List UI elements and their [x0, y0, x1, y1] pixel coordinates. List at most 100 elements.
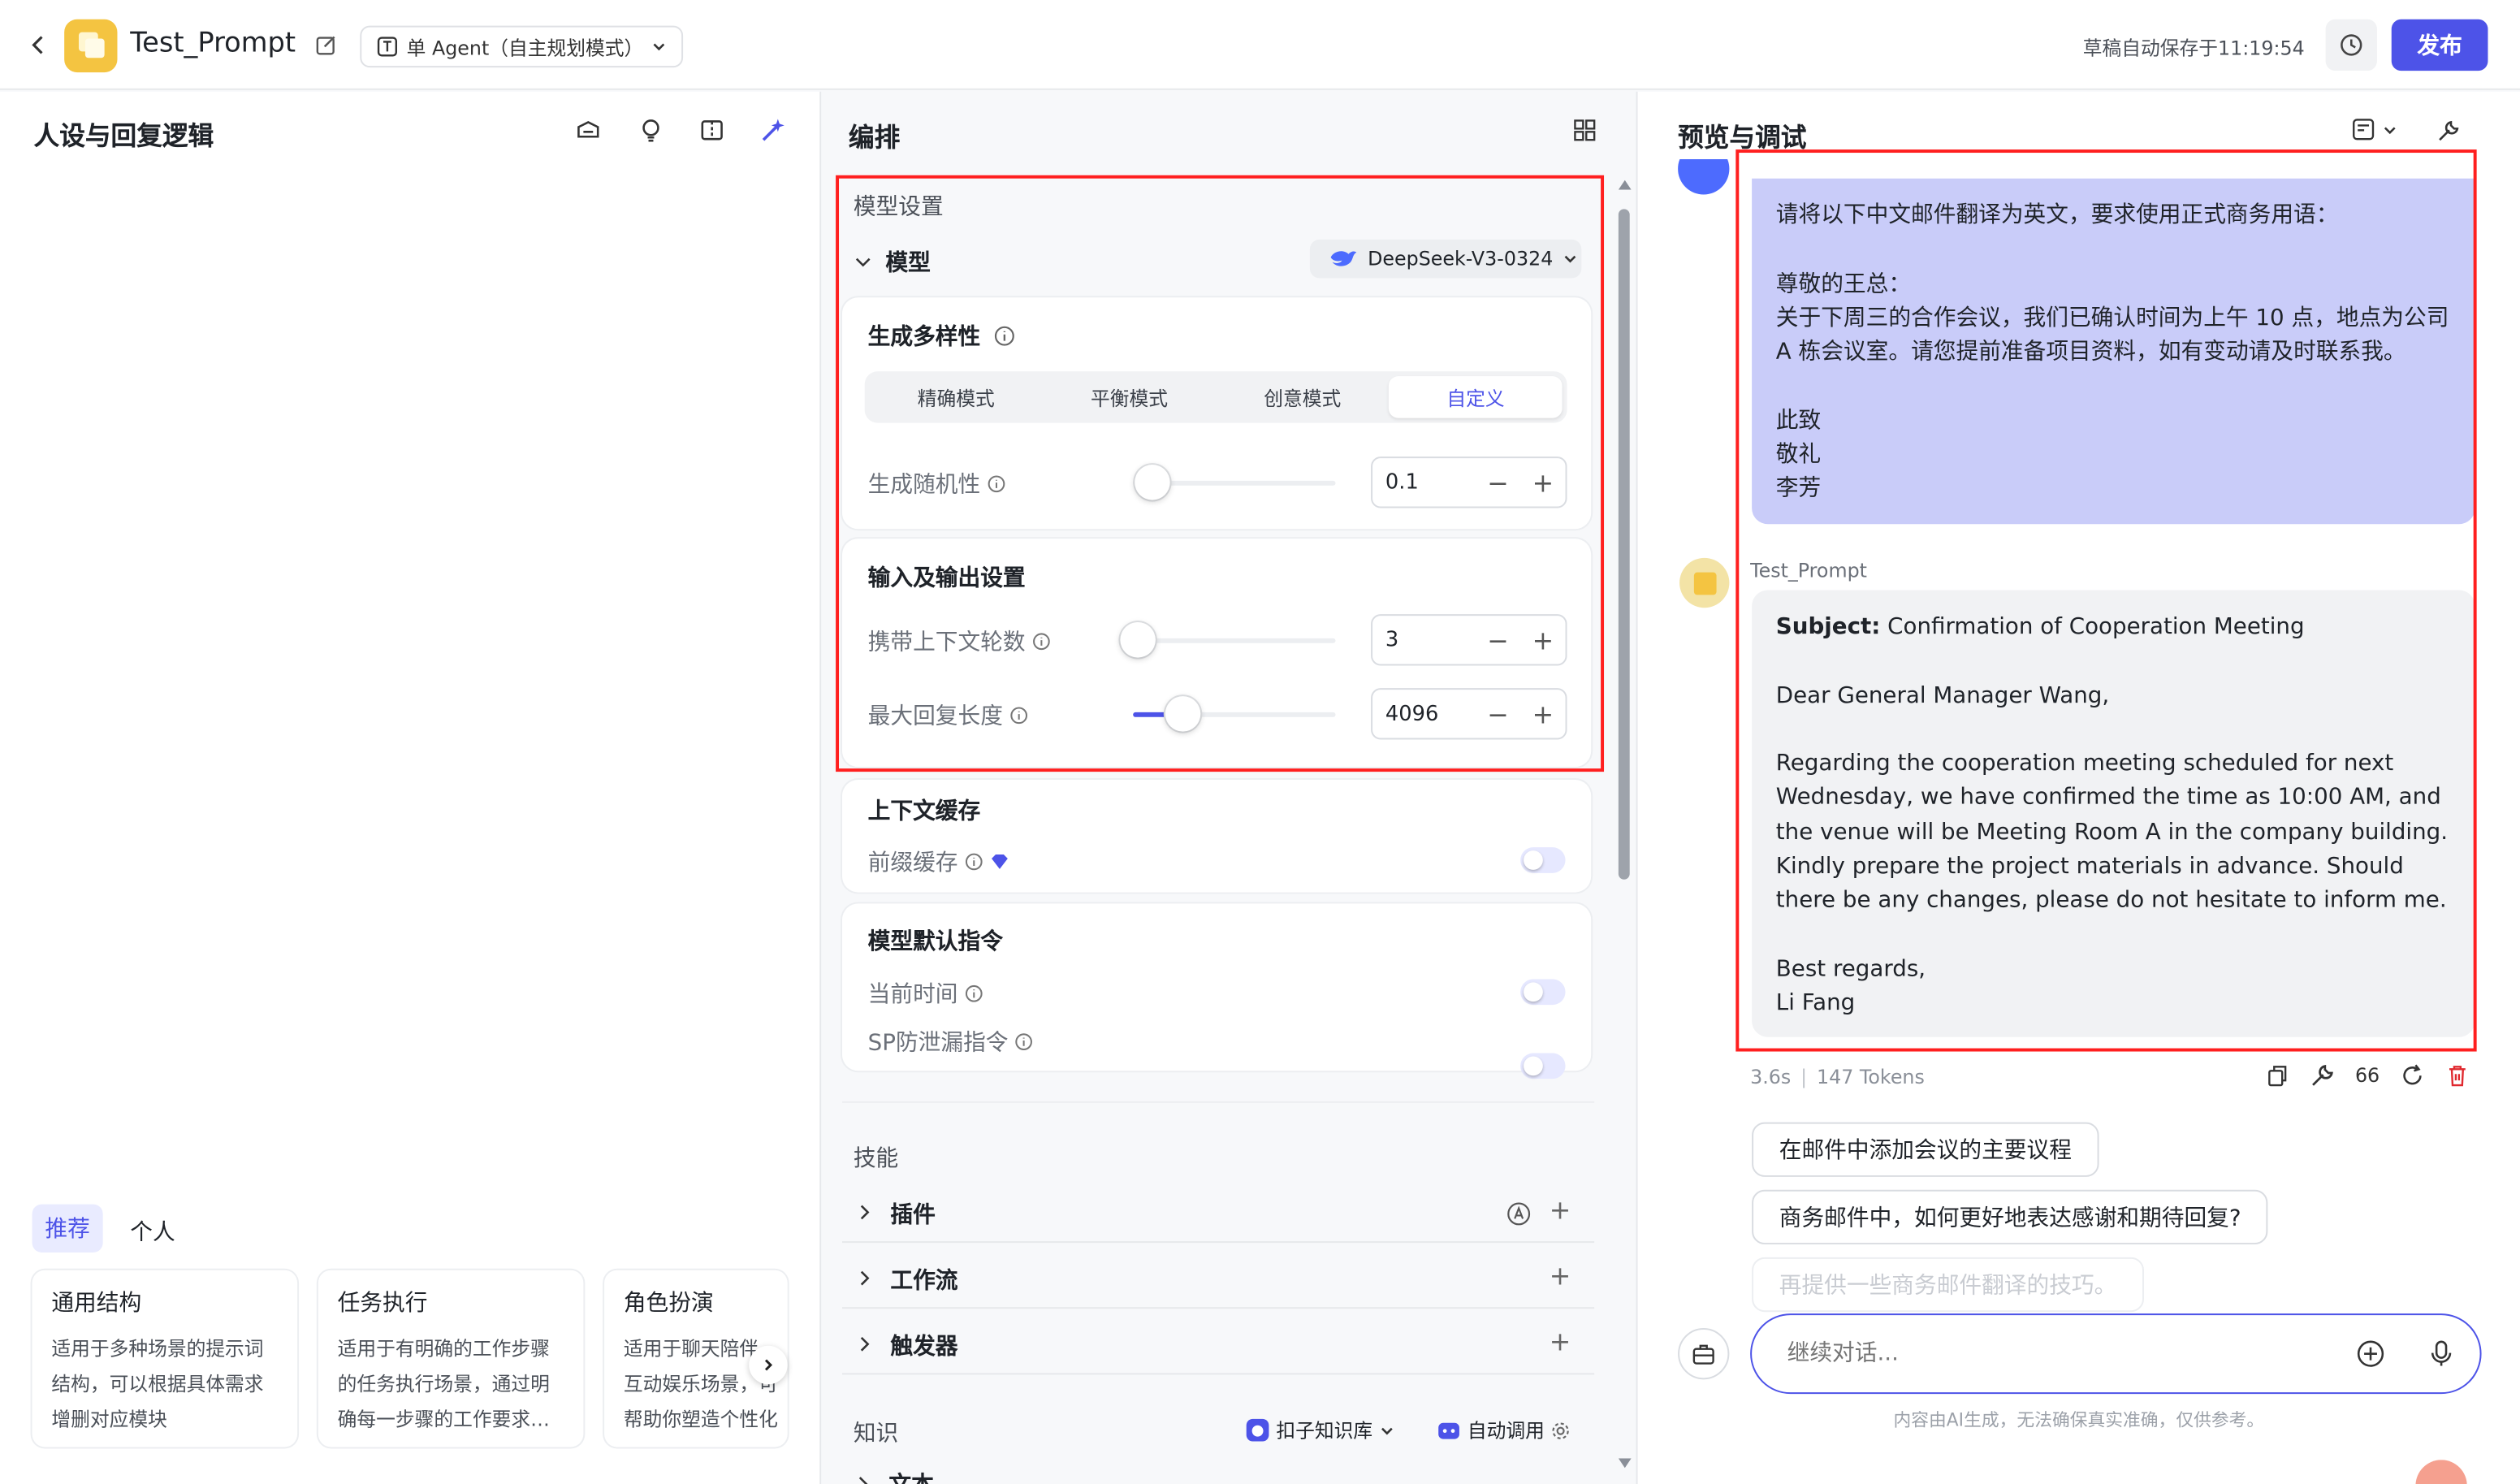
app-name: Test_Prompt [130, 27, 296, 60]
auto-call-label: 自动调用 [1467, 1419, 1545, 1443]
current-time-toggle[interactable] [1520, 979, 1566, 1006]
reply-actions: 66 [2264, 1062, 2470, 1088]
regenerate-icon[interactable] [2400, 1062, 2426, 1088]
sp-leak-toggle[interactable] [1520, 1053, 1566, 1079]
scroll-up-icon [1618, 180, 1632, 190]
premium-diamond-icon [992, 854, 1008, 869]
highlight-box [836, 175, 1605, 772]
history-icon [2341, 34, 2362, 56]
delete-icon[interactable] [2444, 1062, 2470, 1088]
chevron-down-icon [1381, 1426, 1393, 1434]
copy-icon[interactable] [2264, 1062, 2290, 1088]
highlight-box [1735, 149, 2477, 1052]
workflow-label: 工作流 [890, 1268, 958, 1295]
auto-call-select[interactable]: 自动调用 [1437, 1417, 1570, 1444]
current-time-label: 当前时间 [867, 982, 958, 1009]
auto-icon[interactable] [1506, 1201, 1532, 1227]
scrollbar-thumb[interactable] [1618, 209, 1630, 880]
toolbox-button[interactable] [1678, 1327, 1730, 1380]
add-workflow-icon[interactable]: + [1550, 1261, 1571, 1291]
coze-logo-icon [1246, 1418, 1269, 1442]
context-cache-label: 上下文缓存 [867, 798, 981, 825]
token-count: 147 Tokens [1817, 1066, 1925, 1089]
template-desc: 适用于聊天陪伴、互动娱乐场景，可帮助你塑造个性化的人物… [623, 1337, 778, 1431]
prefix-cache-label: 前缀缓存 [867, 850, 958, 876]
prefix-cache-toggle[interactable] [1520, 847, 1566, 873]
chevron-right-icon [858, 1477, 868, 1484]
workflow-row[interactable]: 工作流 + [841, 1251, 1595, 1309]
text-knowledge-label: 文本 [888, 1468, 933, 1484]
plugins-row[interactable]: 插件 + [841, 1185, 1595, 1244]
chevron-right-icon [860, 1270, 870, 1286]
persona-title: 人设与回复逻辑 [33, 120, 214, 152]
latency: 3.6s [1750, 1066, 1792, 1089]
knowledge-label: 知识 [853, 1421, 899, 1447]
middle-scrollbar[interactable] [1617, 177, 1633, 1484]
suggestion-chip[interactable]: 再提供一些商务邮件翻译的技巧。 [1752, 1257, 2144, 1313]
edit-icon[interactable] [310, 29, 343, 62]
chat-input[interactable] [1787, 1335, 2318, 1372]
skills-label: 技能 [853, 1146, 899, 1172]
gear-icon [1552, 1421, 1569, 1439]
chat-input-box[interactable] [1750, 1313, 2482, 1395]
add-trigger-icon[interactable]: + [1550, 1326, 1571, 1357]
history-button[interactable] [2325, 19, 2377, 71]
chevron-right-icon [764, 1359, 773, 1371]
assistant-mascot-icon[interactable] [2415, 1460, 2467, 1484]
default-cmd-card: 模型默认指令 当前时间 SP防泄漏指令 [841, 903, 1592, 1079]
template-desc: 适用于有明确的工作步骤的任务执行场景，通过明确每一步骤的工作要求… [337, 1337, 550, 1431]
kb-source-label: 扣子知识库 [1276, 1419, 1373, 1443]
add-attachment-icon[interactable] [2356, 1339, 2385, 1369]
templates-next-button[interactable] [749, 1345, 788, 1385]
chevron-right-icon [860, 1336, 870, 1352]
chevron-right-icon [860, 1205, 870, 1220]
suggestion-chip[interactable]: 商务邮件中，如何更好地表达感谢和期待回复? [1752, 1189, 2269, 1245]
scroll-down-icon [1618, 1458, 1632, 1469]
template-card[interactable]: 任务执行 适用于有明确的工作步骤的任务执行场景，通过明确每一步骤的工作要求… [318, 1270, 584, 1447]
text-knowledge-row[interactable]: 文本 [854, 1468, 934, 1484]
debug-icon [2353, 119, 2375, 141]
context-cache-card: 上下文缓存 前缀缓存 [841, 780, 1592, 893]
persona-panel: 人设与回复逻辑 推荐 个人 通用结构 适用于多种场景的提示词结构，可以根据具体需… [0, 91, 820, 1484]
wrench-icon[interactable] [2310, 1062, 2336, 1088]
library-icon[interactable] [573, 115, 605, 147]
template-desc: 适用于多种场景的提示词结构，可以根据具体需求增删对应模块 [51, 1337, 264, 1431]
tab-recommended[interactable]: 推荐 [32, 1204, 103, 1253]
trigger-row[interactable]: 触发器 + [841, 1317, 1595, 1375]
layout-icon[interactable] [1569, 115, 1601, 147]
reply-meta: 3.6s | 147 Tokens [1750, 1066, 1925, 1089]
agent-mode-label: 单 Agent（自主规划模式） [406, 36, 644, 59]
divider [841, 1101, 1595, 1103]
top-header: Test_Prompt 单 Agent（自主规划模式） 草稿自动保存于11:19… [0, 0, 2520, 90]
template-title: 通用结构 [51, 1291, 142, 1317]
ai-disclaimer: 内容由AI生成，无法确保真实准确，仅供参考。 [1893, 1409, 2265, 1431]
microphone-icon[interactable] [2428, 1339, 2454, 1369]
bot-avatar [1679, 557, 1730, 608]
bulb-icon[interactable] [635, 115, 668, 147]
template-card[interactable]: 通用结构 适用于多种场景的提示词结构，可以根据具体需求增删对应模块 [32, 1270, 298, 1447]
info-icon [965, 853, 983, 871]
quote-count[interactable]: 66 [2354, 1064, 2380, 1087]
arrange-title: 编排 [848, 122, 901, 154]
tab-personal[interactable]: 个人 [130, 1215, 175, 1248]
chevron-down-icon [2384, 126, 2396, 134]
user-avatar [1678, 158, 1732, 198]
kb-source-select[interactable]: 扣子知识库 [1246, 1417, 1395, 1444]
ai-optimize-icon[interactable] [757, 115, 789, 147]
wrench-icon[interactable] [2431, 115, 2464, 147]
compare-icon[interactable] [696, 115, 728, 147]
preview-panel: 预览与调试 请将以下中文邮件翻译为英文，要求使用正式商务用语： 尊敬的王总： 关… [1637, 91, 2520, 1484]
agent-mode-select[interactable]: 单 Agent（自主规划模式） [360, 25, 684, 68]
back-icon[interactable] [23, 29, 55, 62]
robot-icon [1438, 1422, 1459, 1439]
publish-button[interactable]: 发布 [2391, 19, 2488, 71]
sp-leak-label: SP防泄漏指令 [867, 1030, 1009, 1057]
suggestion-chip[interactable]: 在邮件中添加会议的主要议程 [1752, 1122, 2099, 1177]
plugins-label: 插件 [890, 1202, 936, 1229]
chevron-down-icon [654, 43, 665, 51]
template-title: 角色扮演 [623, 1291, 714, 1317]
trigger-label: 触发器 [890, 1334, 958, 1361]
debug-options-button[interactable] [2351, 117, 2397, 141]
template-title: 任务执行 [337, 1291, 428, 1317]
add-plugin-icon[interactable]: + [1550, 1195, 1571, 1226]
